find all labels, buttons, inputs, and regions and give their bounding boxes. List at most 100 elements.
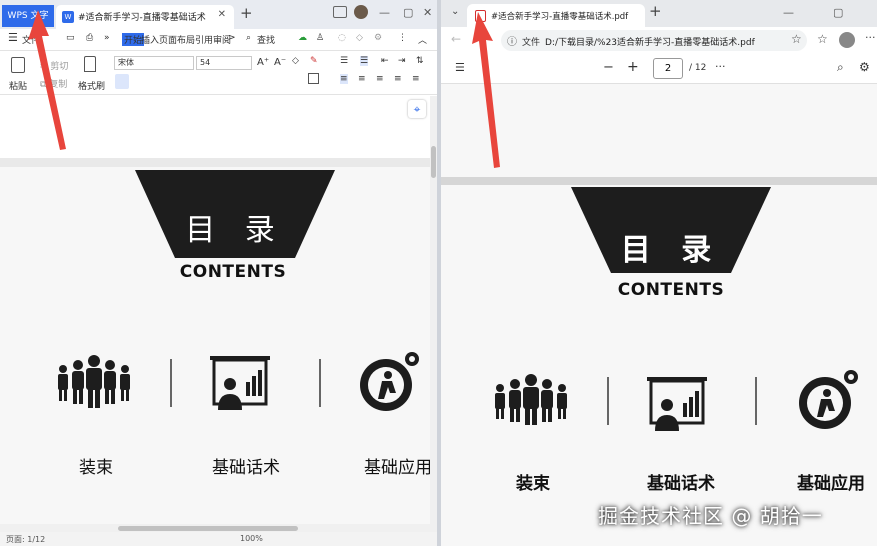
copy-button[interactable]: ⧉ 复制 (40, 77, 67, 90)
item-label-2: 基础应用 (364, 458, 432, 478)
settings-icon[interactable]: ⚙ (859, 60, 870, 74)
bullet-list-icon[interactable]: ☰ (340, 56, 348, 66)
outdent-icon[interactable]: ⇤ (381, 56, 389, 66)
search-label[interactable]: 查找 (257, 33, 275, 46)
format-painter-icon[interactable] (84, 56, 96, 72)
item-label-2: 基础应用 (797, 474, 865, 494)
address-scheme: 文件 (522, 38, 541, 48)
comment-icon[interactable]: ◌ (338, 33, 346, 43)
back-icon[interactable]: ← (451, 32, 461, 46)
gear-runner-icon (360, 352, 419, 411)
pdf-more-button[interactable]: ··· (715, 60, 726, 73)
char-border-icon[interactable] (308, 73, 319, 84)
user-icon[interactable]: ♙ (316, 33, 324, 43)
sort-icon[interactable]: ⇅ (416, 56, 424, 66)
minimize-icon[interactable]: — (379, 6, 390, 19)
indent-icon[interactable]: ⇥ (398, 56, 406, 66)
edge-window: ⌄ #适合新手学习-直播零基础话术.pdf + — ▢ ← ⓘ 文件 D:/下载… (441, 0, 877, 546)
favorites-icon[interactable]: ☆ (817, 32, 828, 46)
print-icon[interactable]: ⎙ (86, 33, 93, 43)
align-right-icon[interactable]: ≡ (376, 74, 384, 84)
maximize-icon[interactable]: ▢ (833, 6, 843, 19)
presentation-icon (647, 377, 707, 431)
settings-icon[interactable]: ⚙ (374, 33, 382, 43)
numbered-list-icon[interactable]: ☰ (360, 56, 369, 66)
shrink-font-button[interactable]: A⁻ (274, 57, 286, 68)
tab-actions-icon[interactable]: ⌄ (451, 6, 459, 17)
chevron-right-icon[interactable]: > (228, 33, 236, 43)
grow-font-button[interactable]: A⁺ (257, 57, 269, 68)
cloud-icon[interactable]: ☁ (298, 33, 307, 43)
paste-icon[interactable] (11, 57, 25, 73)
address-field[interactable]: ⓘ 文件 D:/下载目录/%23适合新手学习-直播零基础话术.pdf (501, 30, 807, 51)
slide-title: 目 录 (620, 233, 722, 268)
edge-tab-title: #适合新手学习-直播零基础话术.pdf (491, 12, 629, 22)
favorite-star-icon[interactable]: ☆ (791, 32, 802, 46)
more-icon[interactable]: ··· (865, 31, 876, 44)
paste-label[interactable]: 粘贴 (9, 79, 27, 92)
zoom-level[interactable]: 100% (240, 534, 263, 543)
page-total: / 12 (689, 63, 707, 73)
item-label-0: 装束 (79, 458, 113, 478)
new-tab-icon[interactable]: + (649, 2, 662, 20)
wps-app-tab[interactable]: WPS 文字 (2, 5, 54, 27)
cut-label: 剪切 (50, 62, 69, 72)
scroll-thumb[interactable] (431, 146, 436, 178)
align-left-icon[interactable]: ≡ (340, 74, 348, 84)
zoom-out-button[interactable]: − (603, 60, 614, 75)
pinyin-icon[interactable]: ✎ (310, 56, 318, 66)
gear-runner-icon (799, 370, 858, 429)
wps-window: WPS 文字 W #适合新手学习-直播零基础话术 ✕ + — ▢ ✕ ☰ 文件 … (0, 0, 437, 546)
new-tab-icon[interactable]: + (240, 4, 253, 22)
font-family-select[interactable]: 宋体 (114, 56, 194, 70)
item-label-1: 基础话术 (647, 474, 715, 494)
item-label-0: 装束 (516, 474, 550, 494)
separator (319, 359, 321, 407)
info-icon[interactable]: ⓘ (507, 33, 517, 48)
vertical-scrollbar[interactable] (430, 96, 437, 524)
menu-tabs[interactable]: 插入页面布局引用审阅 (141, 33, 231, 46)
share-icon[interactable]: ◇ (356, 33, 363, 43)
clear-format-icon[interactable]: ◇ (292, 56, 299, 66)
avatar[interactable] (354, 5, 368, 19)
edge-addressbar: ← ⓘ 文件 D:/下载目录/%23适合新手学习-直播零基础话术.pdf ☆ ☆… (441, 27, 877, 54)
address-url: D:/下载目录/%23适合新手学习-直播零基础话术.pdf (545, 38, 755, 48)
menu-file[interactable]: 文件 (22, 33, 40, 46)
close-icon[interactable]: ✕ (218, 9, 226, 20)
search-icon[interactable]: ⌕ (246, 33, 251, 43)
distribute-icon[interactable]: ≡ (412, 74, 420, 84)
justify-icon[interactable]: ≡ (394, 74, 402, 84)
contents-icon[interactable]: ☰ (455, 61, 465, 74)
minimize-icon[interactable]: — (783, 6, 794, 19)
wps-doc-tab[interactable]: W #适合新手学习-直播零基础话术 ✕ (56, 5, 234, 29)
more-icon[interactable]: ⋮ (398, 33, 407, 43)
separator (755, 377, 757, 425)
collapse-icon[interactable]: ︿ (418, 33, 427, 46)
bold-highlight (115, 74, 129, 89)
page-indicator[interactable]: 页面: 1/12 (6, 534, 45, 545)
slide-subtitle: CONTENTS (179, 262, 287, 282)
edge-pdf-tab[interactable]: #适合新手学习-直播零基础话术.pdf (467, 4, 645, 27)
team-icon (495, 374, 567, 425)
pdf-icon (475, 10, 486, 22)
align-center-icon[interactable]: ≡ (358, 74, 366, 84)
font-size-select[interactable]: 54 (196, 56, 252, 70)
cut-button[interactable]: ✂ 剪切 (40, 59, 68, 72)
horizontal-scrollbar[interactable] (0, 524, 437, 532)
page-number-input[interactable]: 2 (653, 58, 683, 79)
location-icon[interactable]: ⌖ (408, 100, 426, 118)
save-icon[interactable]: ▭ (66, 33, 75, 43)
slide-subtitle: CONTENTS (617, 280, 725, 300)
zoom-in-button[interactable]: + (627, 59, 639, 75)
format-painter-label[interactable]: 格式刷 (78, 79, 105, 92)
maximize-icon[interactable]: ▢ (403, 6, 413, 19)
menu-more[interactable]: » (104, 33, 110, 43)
search-icon[interactable]: ⌕ (837, 60, 844, 75)
hamburger-icon[interactable]: ☰ (8, 31, 18, 44)
wps-menubar: ☰ 文件 ▭ ⎙ » 开始 插入页面布局引用审阅 > ⌕ 查找 ☁ ♙ ◌ ◇ … (0, 29, 437, 51)
scroll-thumb[interactable] (118, 526, 298, 531)
close-window-icon[interactable]: ✕ (423, 6, 432, 19)
watermark: 掘金技术社区 @ 胡拾一 (598, 504, 823, 528)
profile-avatar[interactable] (839, 32, 855, 48)
split-view-icon[interactable] (333, 6, 347, 18)
